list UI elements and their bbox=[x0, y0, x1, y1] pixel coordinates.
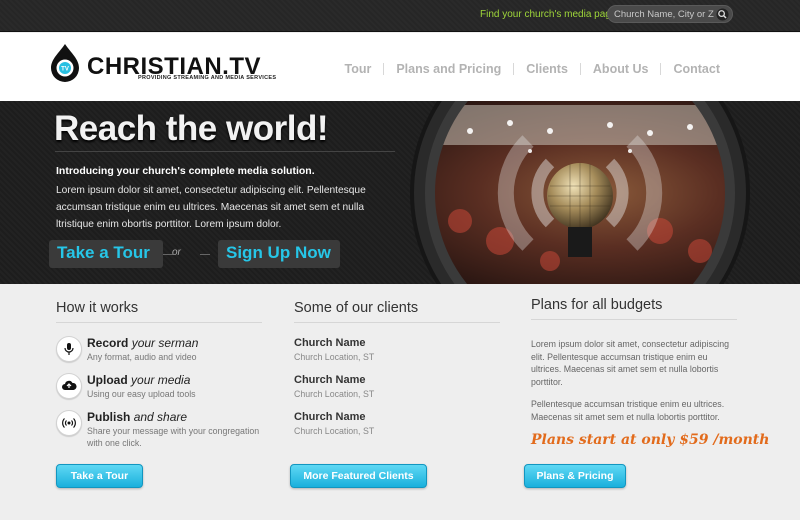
or-text: or bbox=[172, 247, 181, 258]
hero-intro: Introducing your church's complete media… bbox=[56, 165, 315, 177]
step-description: Using our easy upload tools bbox=[87, 389, 196, 399]
top-bar: Find your church's media page: bbox=[0, 0, 800, 32]
church-search-box bbox=[607, 5, 733, 23]
search-icon[interactable] bbox=[716, 8, 729, 21]
plans-title: Plans for all budgets bbox=[531, 297, 737, 320]
client-location: Church Location, ST bbox=[294, 426, 375, 436]
nav-tour[interactable]: Tour bbox=[332, 62, 383, 76]
hero-banner: Reach the world! Introducing your church… bbox=[0, 101, 800, 284]
step-heading: Publish and share bbox=[87, 410, 188, 424]
plans-paragraph: Pellentesque accumsan tristique enim eu … bbox=[531, 399, 725, 422]
broadcast-icon bbox=[56, 410, 82, 436]
find-media-label: Find your church's media page: bbox=[480, 9, 620, 20]
plans-section: Plans for all budgets Lorem ipsum dolor … bbox=[531, 297, 769, 448]
nav-clients[interactable]: Clients bbox=[514, 62, 580, 76]
site-header: TV CHRISTIAN.TV PROVIDING STREAMING AND … bbox=[0, 33, 800, 101]
or-divider-line bbox=[200, 254, 210, 255]
more-featured-clients-button[interactable]: More Featured Clients bbox=[290, 464, 427, 488]
client-item[interactable]: Church Name Church Location, ST bbox=[294, 374, 374, 399]
svg-text:TV: TV bbox=[61, 67, 69, 73]
client-item[interactable]: Church Name Church Location, ST bbox=[294, 411, 374, 436]
nav-plans-pricing[interactable]: Plans and Pricing bbox=[384, 62, 513, 76]
nav-contact[interactable]: Contact bbox=[661, 62, 732, 76]
how-it-works-section: How it works Record your serman Any form… bbox=[56, 300, 262, 448]
take-tour-button[interactable]: Take a Tour bbox=[56, 464, 143, 488]
client-location: Church Location, ST bbox=[294, 352, 375, 362]
hero-take-tour-button[interactable]: Take a Tour bbox=[49, 240, 163, 268]
plans-price-line: Plans start at only $59 /month bbox=[531, 432, 770, 448]
client-name: Church Name bbox=[294, 411, 366, 423]
client-name: Church Name bbox=[294, 337, 366, 349]
main-nav: Tour Plans and Pricing Clients About Us … bbox=[332, 62, 732, 76]
church-search-input[interactable] bbox=[614, 7, 714, 21]
logo-droplet-icon[interactable]: TV bbox=[49, 43, 81, 83]
client-location: Church Location, ST bbox=[294, 389, 375, 399]
client-name: Church Name bbox=[294, 374, 366, 386]
cloud-upload-icon bbox=[56, 373, 82, 399]
step-description: Any format, audio and video bbox=[87, 352, 197, 362]
hero-divider bbox=[55, 151, 395, 152]
clients-title: Some of our clients bbox=[294, 300, 500, 323]
step-description: Share your message with your congregatio… bbox=[87, 426, 260, 448]
microphone-icon bbox=[56, 336, 82, 362]
hero-microphone-image bbox=[410, 101, 750, 284]
how-it-works-title: How it works bbox=[56, 300, 262, 323]
clients-section: Some of our clients Church Name Church L… bbox=[294, 300, 500, 436]
hero-body-text: Lorem ipsum dolor sit amet, consectetur … bbox=[56, 185, 366, 230]
client-item[interactable]: Church Name Church Location, ST bbox=[294, 337, 374, 362]
step-heading: Upload your media bbox=[87, 373, 191, 387]
nav-about-us[interactable]: About Us bbox=[581, 62, 661, 76]
hero-title: Reach the world! bbox=[54, 109, 328, 148]
step-heading: Record your serman bbox=[87, 336, 199, 350]
logo-tagline: PROVIDING STREAMING AND MEDIA SERVICES bbox=[138, 75, 277, 81]
hero-sign-up-button[interactable]: Sign Up Now bbox=[218, 240, 340, 268]
plans-paragraph: Lorem ipsum dolor sit amet, consectetur … bbox=[531, 339, 730, 387]
plans-pricing-button[interactable]: Plans & Pricing bbox=[524, 464, 626, 488]
